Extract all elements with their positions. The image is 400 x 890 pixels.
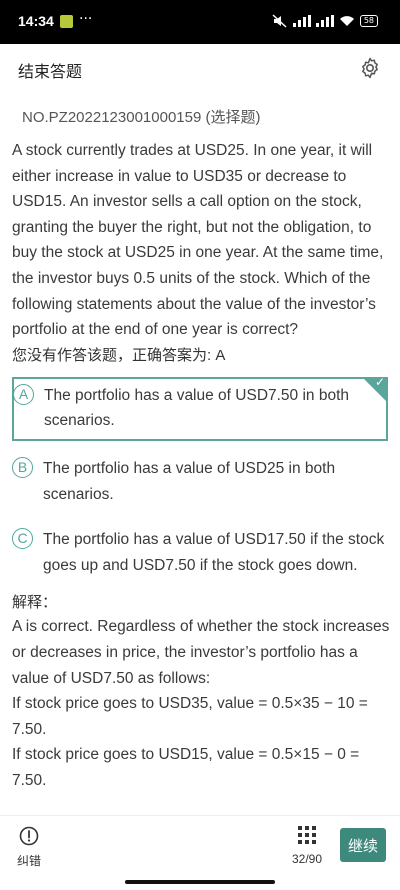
home-indicator[interactable] [125,880,275,884]
option-text: The portfolio has a value of USD17.50 if… [43,531,385,574]
option-c[interactable]: C The portfolio has a value of USD17.50 … [12,523,392,583]
question-content: A stock currently trades at USD25. In on… [12,138,392,793]
report-error-button[interactable]: 纠错 [14,826,44,869]
question-grid-button[interactable]: 32/90 [287,826,327,866]
question-stem: A stock currently trades at USD25. In on… [12,142,384,339]
question-id: NO.PZ2022123001000159 (选择题) [22,109,261,126]
option-letter: C [12,528,33,550]
page-count: 32/90 [291,852,323,866]
option-letter: A [13,383,34,405]
option-letter: B [12,456,33,478]
explanation-line-2: If stock price goes to USD15, value = 0.… [12,746,360,789]
gear-icon[interactable] [358,56,382,80]
explanation-text: A is correct. Regardless of whether the … [12,618,390,687]
status-icons: 58 [272,14,378,28]
option-b[interactable]: B The portfolio has a value of USD25 in … [12,452,392,512]
option-text: The portfolio has a value of USD25 in bo… [43,459,336,503]
explanation-line-1: If stock price goes to USD35, value = 0.… [12,695,368,738]
more-notifications-icon: ··· [79,11,93,27]
alert-circle-icon [19,826,39,846]
option-text: The portfolio has a value of USD7.50 in … [44,386,350,430]
status-time: 14:34 [18,13,54,29]
wifi-icon [339,16,354,26]
end-quiz-button[interactable]: 结束答题 [18,58,82,82]
check-icon: ✓ [374,374,385,389]
bottom-bar: 纠错 32/90 继续 [0,815,400,890]
grid-icon [298,826,316,844]
header: 结束答题 [0,44,400,92]
mute-icon [272,14,287,28]
options-list: A The portfolio has a value of USD7.50 i… [12,374,392,584]
app-notification-icon [60,15,73,28]
option-a[interactable]: A The portfolio has a value of USD7.50 i… [12,374,388,441]
answer-status: 您没有作答该题，正确答案为: A [12,346,226,364]
battery-icon: 58 [359,15,378,27]
signal-icon [292,15,311,27]
signal-icon-2 [315,15,334,27]
explanation-label: 解释： [12,594,58,612]
continue-button[interactable]: 继续 [340,828,386,862]
report-error-label: 纠错 [16,854,41,868]
status-bar: 14:34 ··· 58 [0,0,400,44]
